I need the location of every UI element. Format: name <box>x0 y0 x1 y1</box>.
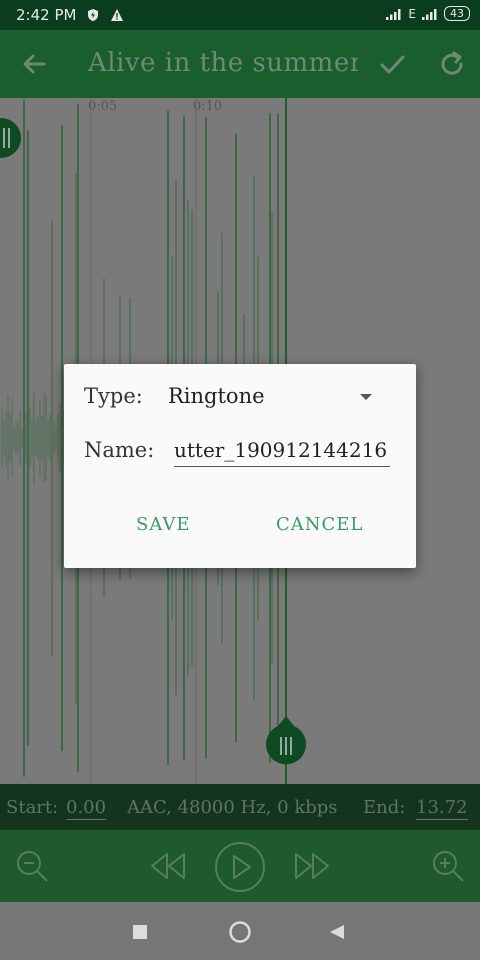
info-bar: Start: 0.00 AAC, 48000 Hz, 0 kbps End: 1… <box>0 784 480 830</box>
type-label: Type: <box>84 384 143 408</box>
shield-notification-icon <box>88 9 99 21</box>
back-nav-icon[interactable] <box>328 923 346 941</box>
start-label: Start: <box>6 797 59 818</box>
back-arrow-icon[interactable] <box>18 48 50 80</box>
name-input[interactable]: utter_190912144216 <box>174 438 390 467</box>
type-dropdown[interactable]: Ringtone <box>168 384 265 408</box>
song-title: Alive in the summer… <box>88 48 358 78</box>
save-button[interactable]: SAVE <box>136 514 191 535</box>
recents-icon[interactable] <box>132 924 148 940</box>
home-icon[interactable] <box>228 920 252 944</box>
end-marker-handle[interactable] <box>264 716 308 766</box>
rewind-icon[interactable] <box>148 850 188 882</box>
signal-icon-2 <box>422 8 437 20</box>
zoom-out-icon[interactable] <box>14 848 50 884</box>
status-bar: 2:42 PM E 43 <box>0 0 480 30</box>
reset-icon[interactable] <box>436 48 468 80</box>
fast-forward-icon[interactable] <box>292 850 332 882</box>
play-icon[interactable] <box>213 840 267 894</box>
name-label: Name: <box>84 438 155 462</box>
battery-icon: 43 <box>444 6 470 21</box>
check-icon[interactable] <box>376 48 408 80</box>
start-marker-handle[interactable] <box>0 116 22 160</box>
app-bar: Alive in the summer… <box>0 30 480 98</box>
name-input-value: utter_190912144216 <box>174 438 388 462</box>
warning-icon <box>111 9 124 21</box>
status-time: 2:42 PM <box>16 6 77 24</box>
end-time-field[interactable]: 13.72 <box>416 797 468 820</box>
status-right-cluster: E 43 <box>386 6 470 21</box>
audio-format-info: AAC, 48000 Hz, 0 kbps <box>127 797 338 818</box>
zoom-in-icon[interactable] <box>430 848 466 884</box>
system-nav-bar <box>0 902 480 960</box>
save-dialog: Type: Ringtone Name: utter_190912144216 … <box>64 364 416 568</box>
network-type: E <box>408 6 416 21</box>
playback-controls <box>0 830 480 902</box>
start-time-field[interactable]: 0.00 <box>66 797 107 820</box>
cancel-button[interactable]: CANCEL <box>276 514 363 535</box>
end-label: End: <box>363 797 406 818</box>
signal-icon <box>386 8 401 20</box>
dropdown-caret-icon[interactable] <box>360 394 372 400</box>
